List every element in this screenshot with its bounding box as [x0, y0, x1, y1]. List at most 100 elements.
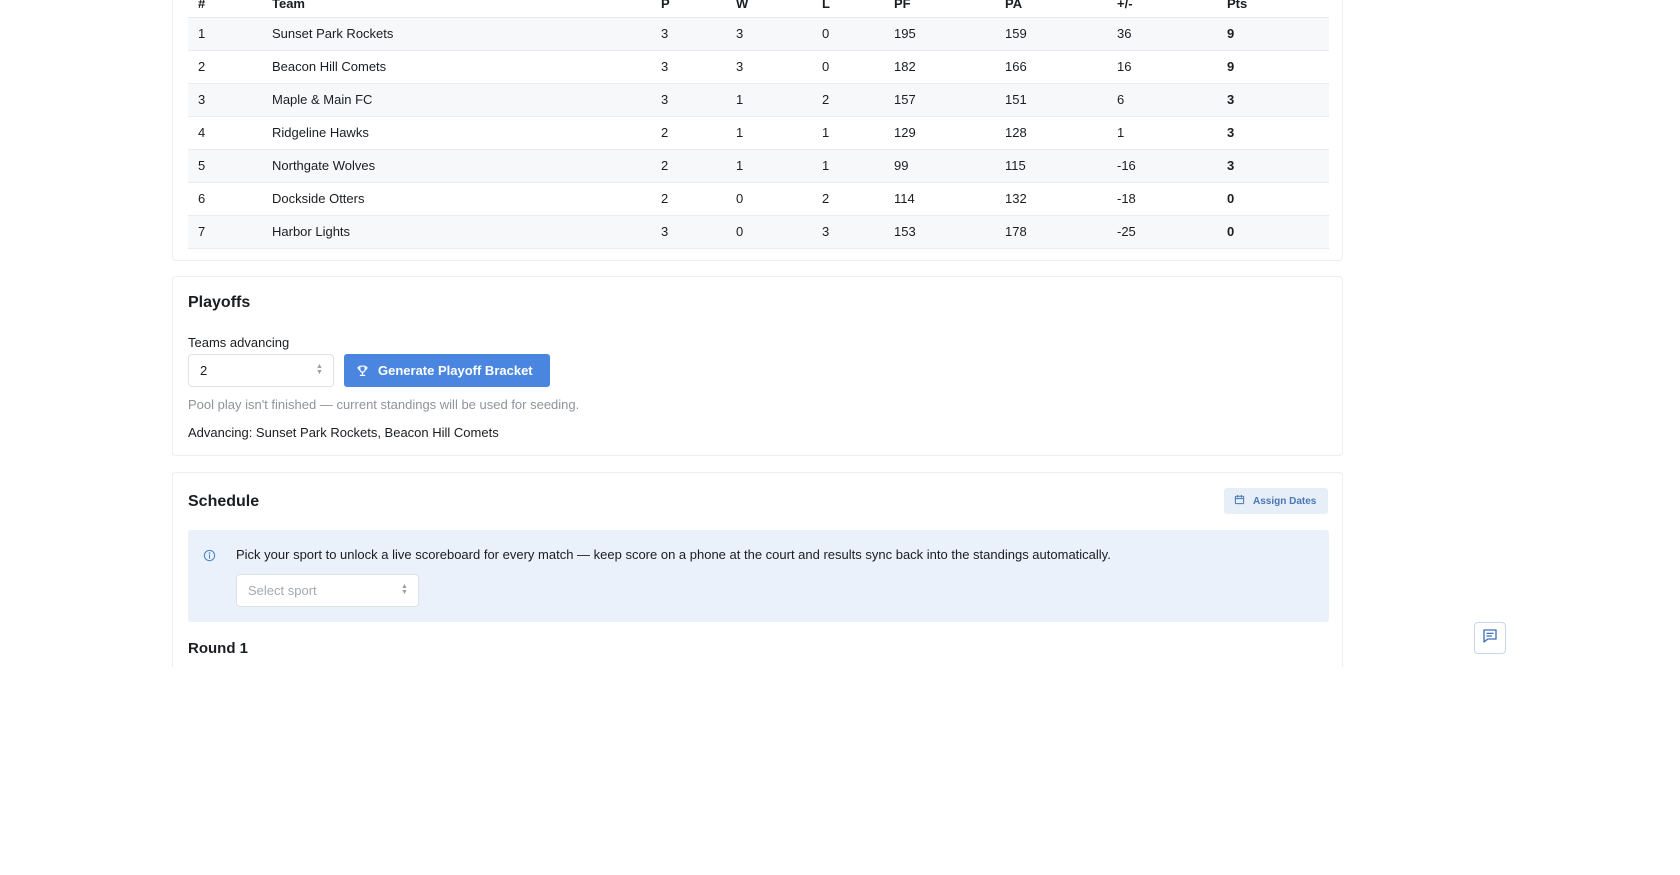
seeding-hint: Pool play isn't finished — current stand…: [188, 397, 580, 412]
team-cell: Ridgeline Hawks: [262, 116, 651, 150]
calendar-icon: [1234, 494, 1245, 508]
losses-cell: 3: [812, 215, 884, 249]
losses-cell: 0: [812, 17, 884, 51]
column-header-points[interactable]: Pts: [1217, 0, 1329, 18]
teams-advancing-label: Teams advancing: [188, 335, 290, 350]
played-cell: 3: [651, 215, 726, 249]
losses-cell: 2: [812, 182, 884, 216]
points-against-cell: 178: [995, 215, 1107, 249]
point-diff-cell: -18: [1107, 182, 1217, 216]
point-diff-cell: -25: [1107, 215, 1217, 249]
team-cell: Beacon Hill Comets: [262, 50, 651, 84]
wins-cell: 0: [726, 182, 812, 216]
standings-card: # Team P W L PF PA +/- Pts 1 Sunset Park…: [172, 0, 1343, 261]
wins-cell: 1: [726, 116, 812, 150]
points-against-cell: 159: [995, 17, 1107, 51]
wins-cell: 3: [726, 50, 812, 84]
played-cell: 2: [651, 149, 726, 183]
points-cell: 3: [1217, 83, 1329, 117]
played-cell: 3: [651, 50, 726, 84]
table-row: 7 Harbor Lights 3 0 3 153 178 -25 0: [188, 215, 1329, 249]
team-cell: Harbor Lights: [262, 215, 651, 249]
round-title: Round 1: [188, 640, 248, 657]
table-row: 4 Ridgeline Hawks 2 1 1 129 128 1 3: [188, 116, 1329, 150]
played-cell: 2: [651, 116, 726, 150]
teams-advancing-input[interactable]: 2 ▲ ▼: [188, 354, 334, 387]
column-header-points-against[interactable]: PA: [995, 0, 1107, 18]
rank-cell: 6: [188, 182, 262, 216]
advancing-teams-text: Advancing: Sunset Park Rockets, Beacon H…: [188, 425, 499, 440]
generate-playoff-bracket-label: Generate Playoff Bracket: [378, 363, 533, 378]
wins-cell: 3: [726, 17, 812, 51]
points-against-cell: 132: [995, 182, 1107, 216]
team-cell: Maple & Main FC: [262, 83, 651, 117]
table-row: 1 Sunset Park Rockets 3 3 0 195 159 36 9: [188, 17, 1329, 51]
playoffs-title: Playoffs: [188, 294, 251, 311]
played-cell: 2: [651, 182, 726, 216]
column-header-point-diff[interactable]: +/-: [1107, 0, 1217, 18]
select-chevron-icon: ▲ ▼: [401, 583, 408, 596]
points-against-cell: 151: [995, 83, 1107, 117]
sport-select-placeholder: Select sport: [248, 583, 317, 598]
team-cell: Northgate Wolves: [262, 149, 651, 183]
wins-cell: 0: [726, 215, 812, 249]
schedule-title: Schedule: [188, 493, 260, 510]
rank-cell: 5: [188, 149, 262, 183]
points-against-cell: 128: [995, 116, 1107, 150]
rank-cell: 1: [188, 17, 262, 51]
team-cell: Dockside Otters: [262, 182, 651, 216]
column-header-wins[interactable]: W: [726, 0, 812, 18]
played-cell: 3: [651, 83, 726, 117]
column-header-points-for[interactable]: PF: [884, 0, 995, 18]
chat-button[interactable]: [1474, 622, 1506, 654]
losses-cell: 1: [812, 149, 884, 183]
trophy-icon: [356, 364, 369, 377]
point-diff-cell: 36: [1107, 17, 1217, 51]
column-header-losses[interactable]: L: [812, 0, 884, 18]
point-diff-cell: -16: [1107, 149, 1217, 183]
table-row: 6 Dockside Otters 2 0 2 114 132 -18 0: [188, 182, 1329, 216]
points-for-cell: 129: [884, 116, 995, 150]
points-cell: 9: [1217, 17, 1329, 51]
points-against-cell: 166: [995, 50, 1107, 84]
played-cell: 3: [651, 17, 726, 51]
points-for-cell: 195: [884, 17, 995, 51]
column-header-rank[interactable]: #: [188, 0, 262, 18]
points-cell: 0: [1217, 215, 1329, 249]
number-stepper-icon[interactable]: ▲ ▼: [315, 363, 324, 377]
points-cell: 3: [1217, 116, 1329, 150]
points-cell: 3: [1217, 149, 1329, 183]
rank-cell: 3: [188, 83, 262, 117]
table-row: 3 Maple & Main FC 3 1 2 157 151 6 3: [188, 83, 1329, 117]
assign-dates-label: Assign Dates: [1253, 495, 1317, 507]
rank-cell: 7: [188, 215, 262, 249]
chat-icon: [1481, 627, 1499, 650]
point-diff-cell: 16: [1107, 50, 1217, 84]
generate-playoff-bracket-button[interactable]: Generate Playoff Bracket: [344, 354, 550, 387]
points-for-cell: 114: [884, 182, 995, 216]
sport-select[interactable]: Select sport ▲ ▼: [236, 574, 419, 607]
standings-header-row: # Team P W L PF PA +/- Pts: [188, 0, 1329, 18]
rank-cell: 4: [188, 116, 262, 150]
points-against-cell: 115: [995, 149, 1107, 183]
losses-cell: 0: [812, 50, 884, 84]
page: # Team P W L PF PA +/- Pts 1 Sunset Park…: [0, 0, 1680, 667]
table-row: 5 Northgate Wolves 2 1 1 99 115 -16 3: [188, 149, 1329, 183]
point-diff-cell: 1: [1107, 116, 1217, 150]
wins-cell: 1: [726, 149, 812, 183]
losses-cell: 1: [812, 116, 884, 150]
standings-table: # Team P W L PF PA +/- Pts 1 Sunset Park…: [188, 0, 1329, 249]
sport-info-text: Pick your sport to unlock a live scorebo…: [236, 547, 1111, 562]
info-icon: [203, 549, 216, 567]
point-diff-cell: 6: [1107, 83, 1217, 117]
points-for-cell: 182: [884, 50, 995, 84]
sport-info-banner: Pick your sport to unlock a live scorebo…: [188, 530, 1329, 622]
rank-cell: 2: [188, 50, 262, 84]
points-for-cell: 157: [884, 83, 995, 117]
points-cell: 0: [1217, 182, 1329, 216]
teams-advancing-value: 2: [200, 363, 208, 378]
column-header-played[interactable]: P: [651, 0, 726, 18]
column-header-team[interactable]: Team: [262, 0, 651, 18]
points-for-cell: 99: [884, 149, 995, 183]
assign-dates-button[interactable]: Assign Dates: [1224, 488, 1328, 514]
